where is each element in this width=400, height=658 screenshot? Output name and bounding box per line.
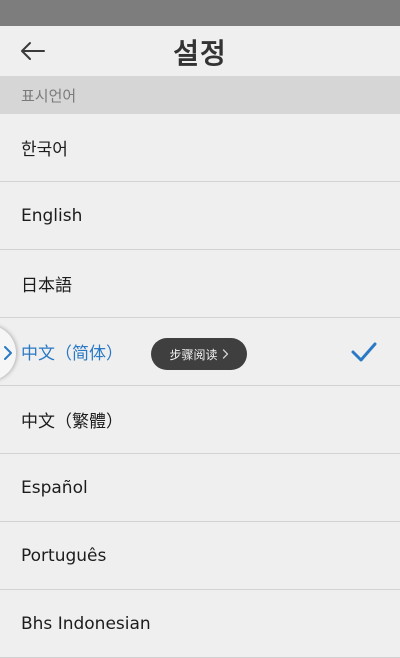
step-reading-label: 步骤阅读 xyxy=(169,347,218,362)
language-list: 한국어 English 日本語 中文（简体） 中文（繁體） Español Po… xyxy=(0,114,400,658)
language-label: 中文（简体） xyxy=(21,344,123,364)
chevron-right-icon xyxy=(4,346,12,360)
step-reading-button[interactable]: 步骤阅读 xyxy=(151,338,247,370)
language-label: 中文（繁體） xyxy=(21,412,123,432)
language-label: Português xyxy=(21,545,107,566)
section-label: 표시언어 xyxy=(21,86,77,105)
language-item-korean[interactable]: 한국어 xyxy=(0,114,400,182)
page-title: 설정 xyxy=(173,37,227,70)
language-label: 한국어 xyxy=(21,140,68,160)
checkmark-icon xyxy=(351,342,377,362)
language-item-chinese-traditional[interactable]: 中文（繁體） xyxy=(0,386,400,454)
language-item-japanese[interactable]: 日本語 xyxy=(0,250,400,318)
language-label: English xyxy=(21,205,83,226)
language-item-indonesian[interactable]: Bhs Indonesian xyxy=(0,590,400,658)
chevron-right-icon xyxy=(222,349,228,359)
language-label: Español xyxy=(21,477,88,498)
section-header-display-language: 표시언어 xyxy=(0,76,400,114)
language-item-portuguese[interactable]: Português xyxy=(0,522,400,590)
app-bar: 설정 xyxy=(0,26,400,76)
language-item-english[interactable]: English xyxy=(0,182,400,250)
language-label: Bhs Indonesian xyxy=(21,613,151,634)
language-item-spanish[interactable]: Español xyxy=(0,454,400,522)
language-label: 日本語 xyxy=(21,276,72,296)
status-bar xyxy=(0,0,400,26)
